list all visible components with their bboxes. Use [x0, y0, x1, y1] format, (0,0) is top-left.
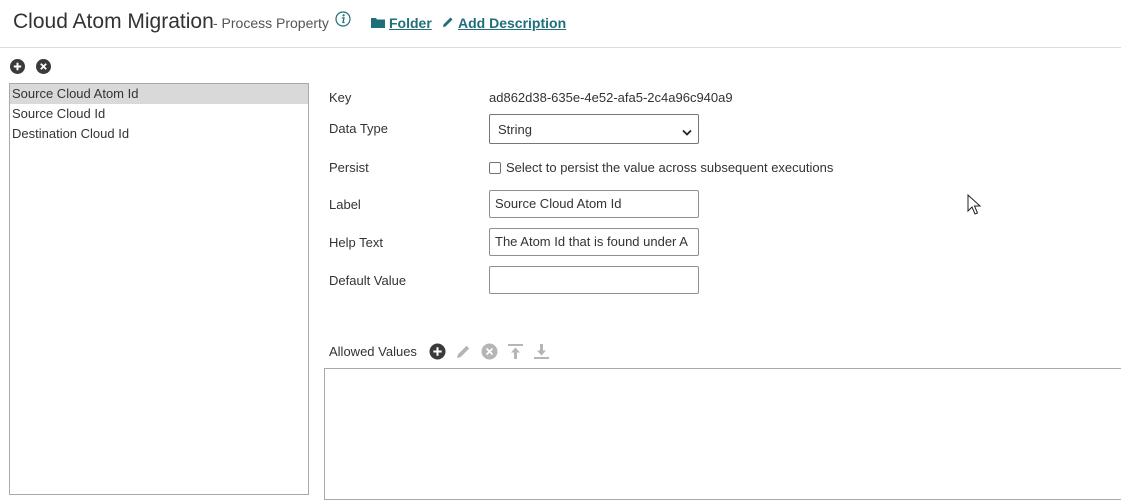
persist-checkbox[interactable] — [489, 162, 501, 174]
edit-allowed-value-button[interactable] — [455, 343, 472, 360]
persist-description: Select to persist the value across subse… — [506, 160, 834, 175]
move-to-top-button[interactable] — [507, 343, 524, 360]
folder-link-label: Folder — [389, 15, 432, 31]
data-type-value: String — [498, 121, 532, 137]
persist-label: Persist — [329, 160, 369, 175]
info-icon[interactable] — [335, 11, 351, 27]
remove-property-button[interactable] — [36, 59, 51, 74]
move-to-bottom-icon — [534, 344, 549, 359]
header-divider — [0, 47, 1121, 48]
list-item[interactable]: Destination Cloud Id — [10, 124, 308, 144]
add-allowed-value-button[interactable] — [429, 343, 446, 360]
default-value-label: Default Value — [329, 273, 407, 288]
data-type-select[interactable]: String — [489, 114, 699, 144]
label-label: Label — [329, 197, 361, 212]
page-subtitle: - Process Property — [213, 15, 329, 31]
add-property-button[interactable] — [10, 59, 25, 74]
x-circle-icon — [481, 343, 498, 360]
list-item[interactable]: Source Cloud Atom Id — [10, 84, 308, 104]
folder-icon — [371, 15, 385, 31]
pencil-icon — [442, 15, 454, 31]
help-text-label: Help Text — [329, 235, 383, 250]
move-to-bottom-button[interactable] — [533, 343, 550, 360]
mouse-pointer-icon — [967, 193, 982, 216]
chevron-down-icon — [682, 125, 692, 140]
plus-circle-icon — [13, 62, 22, 71]
data-type-label: Data Type — [329, 121, 389, 136]
folder-link[interactable]: Folder — [371, 15, 432, 31]
allowed-values-label: Allowed Values — [329, 344, 417, 359]
help-text-field[interactable]: The Atom Id that is found under A — [489, 228, 699, 256]
plus-circle-icon — [429, 343, 446, 360]
allowed-values-list[interactable] — [324, 368, 1121, 500]
page-title: Cloud Atom Migration — [13, 10, 214, 33]
pencil-icon — [457, 345, 470, 358]
x-circle-icon — [40, 63, 47, 70]
default-value-field[interactable] — [489, 266, 699, 294]
add-description-label: Add Description — [458, 15, 567, 31]
add-description-link[interactable]: Add Description — [442, 15, 566, 31]
property-list[interactable]: Source Cloud Atom Id Source Cloud Id Des… — [9, 83, 309, 495]
move-to-top-icon — [508, 344, 523, 359]
key-label: Key — [329, 90, 352, 105]
remove-allowed-value-button[interactable] — [481, 343, 498, 360]
key-value: ad862d38-635e-4e52-afa5-2c4a96c940a9 — [489, 90, 733, 105]
list-item[interactable]: Source Cloud Id — [10, 104, 308, 124]
label-field[interactable]: Source Cloud Atom Id — [489, 190, 699, 218]
